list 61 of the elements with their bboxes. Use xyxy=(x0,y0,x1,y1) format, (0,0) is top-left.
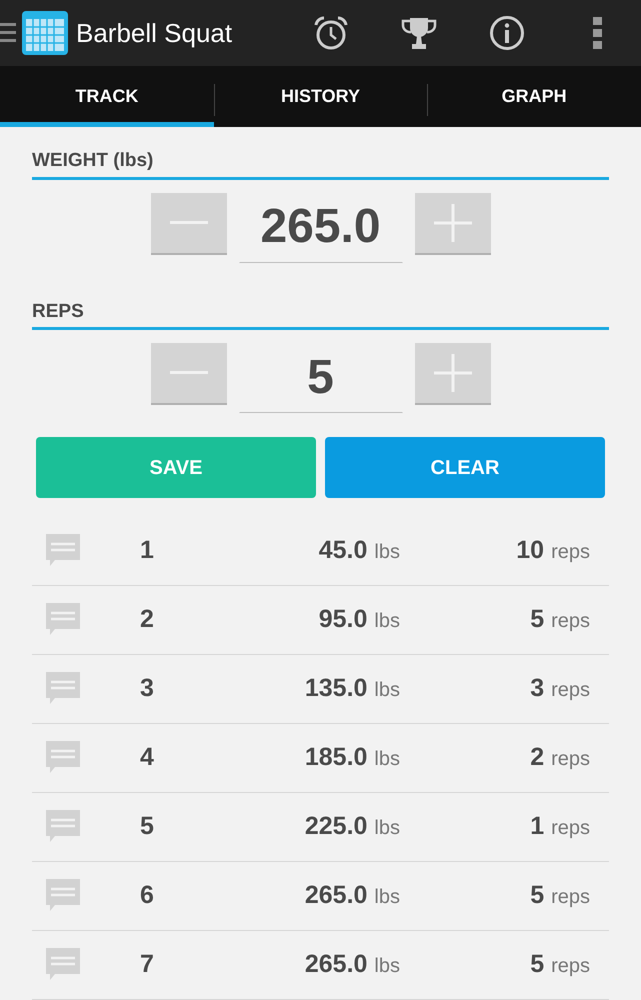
reps-unit: reps xyxy=(551,540,590,566)
reps-value: 1 xyxy=(530,811,544,842)
set-number: 1 xyxy=(140,535,155,566)
set-number: 3 xyxy=(140,673,155,704)
plus-button[interactable] xyxy=(414,192,490,254)
comment-icon[interactable] xyxy=(46,741,80,775)
number-field[interactable]: 5 xyxy=(238,343,402,413)
reps-unit: reps xyxy=(551,609,590,634)
reps-value: 5 xyxy=(530,604,544,636)
minus-button[interactable] xyxy=(150,343,226,405)
weight-value: 265.0 xyxy=(304,949,368,980)
tab[interactable]: HISTORY xyxy=(214,66,428,127)
weight-value: 95.0 xyxy=(318,604,368,636)
weight-value: 135.0 xyxy=(304,673,368,704)
comment-icon[interactable] xyxy=(46,603,80,637)
weight-unit: lbs xyxy=(374,954,400,980)
weight-value: 45.0 xyxy=(318,535,368,566)
plus-icon xyxy=(434,354,472,392)
weight-value: 225.0 xyxy=(304,811,368,842)
weight-unit: lbs xyxy=(374,885,400,910)
reps-value: 5 xyxy=(530,880,544,912)
weight-unit: lbs xyxy=(374,609,400,634)
set-number: 6 xyxy=(140,880,155,912)
reps-value: 2 xyxy=(530,742,544,774)
weight-unit: lbs xyxy=(374,678,400,704)
tab[interactable]: TRACK xyxy=(0,66,214,127)
comment-icon[interactable] xyxy=(46,879,80,913)
section-label: REPS xyxy=(32,300,84,322)
set-number: 4 xyxy=(140,742,155,774)
plus-button[interactable] xyxy=(414,343,490,405)
reps-unit: reps xyxy=(551,747,590,772)
weight-unit: lbs xyxy=(374,540,400,566)
overflow-menu-icon[interactable] xyxy=(593,17,602,50)
weight-unit: lbs xyxy=(374,747,400,772)
number-field[interactable]: 265.0 xyxy=(238,192,402,262)
weight-value: 265.0 xyxy=(304,880,368,912)
reps-value: 5 xyxy=(530,949,544,980)
alarm-clock-icon[interactable] xyxy=(313,16,349,50)
plus-icon xyxy=(434,204,472,242)
section-label: WEIGHT (lbs) xyxy=(32,150,154,171)
screen-title: Barbell Squat xyxy=(76,16,232,50)
reps-value: 10 xyxy=(516,535,544,566)
set-number: 5 xyxy=(140,811,155,842)
reps-unit: reps xyxy=(551,678,590,704)
reps-unit: reps xyxy=(551,885,590,910)
comment-icon[interactable] xyxy=(46,672,80,706)
reps-unit: reps xyxy=(551,816,590,842)
reps-unit: reps xyxy=(551,954,590,980)
calendar-icon[interactable] xyxy=(21,10,69,56)
comment-icon[interactable] xyxy=(46,810,80,844)
set-number: 7 xyxy=(140,949,155,980)
minus-button[interactable] xyxy=(150,192,226,254)
trophy-icon[interactable] xyxy=(401,16,437,50)
comment-icon[interactable] xyxy=(46,534,80,568)
reps-value: 3 xyxy=(530,673,544,704)
weight-value: 185.0 xyxy=(304,742,368,774)
info-icon[interactable] xyxy=(489,15,525,52)
tab[interactable]: GRAPH xyxy=(427,66,641,127)
comment-icon[interactable] xyxy=(46,948,80,982)
set-number: 2 xyxy=(140,604,155,636)
weight-unit: lbs xyxy=(374,816,400,842)
